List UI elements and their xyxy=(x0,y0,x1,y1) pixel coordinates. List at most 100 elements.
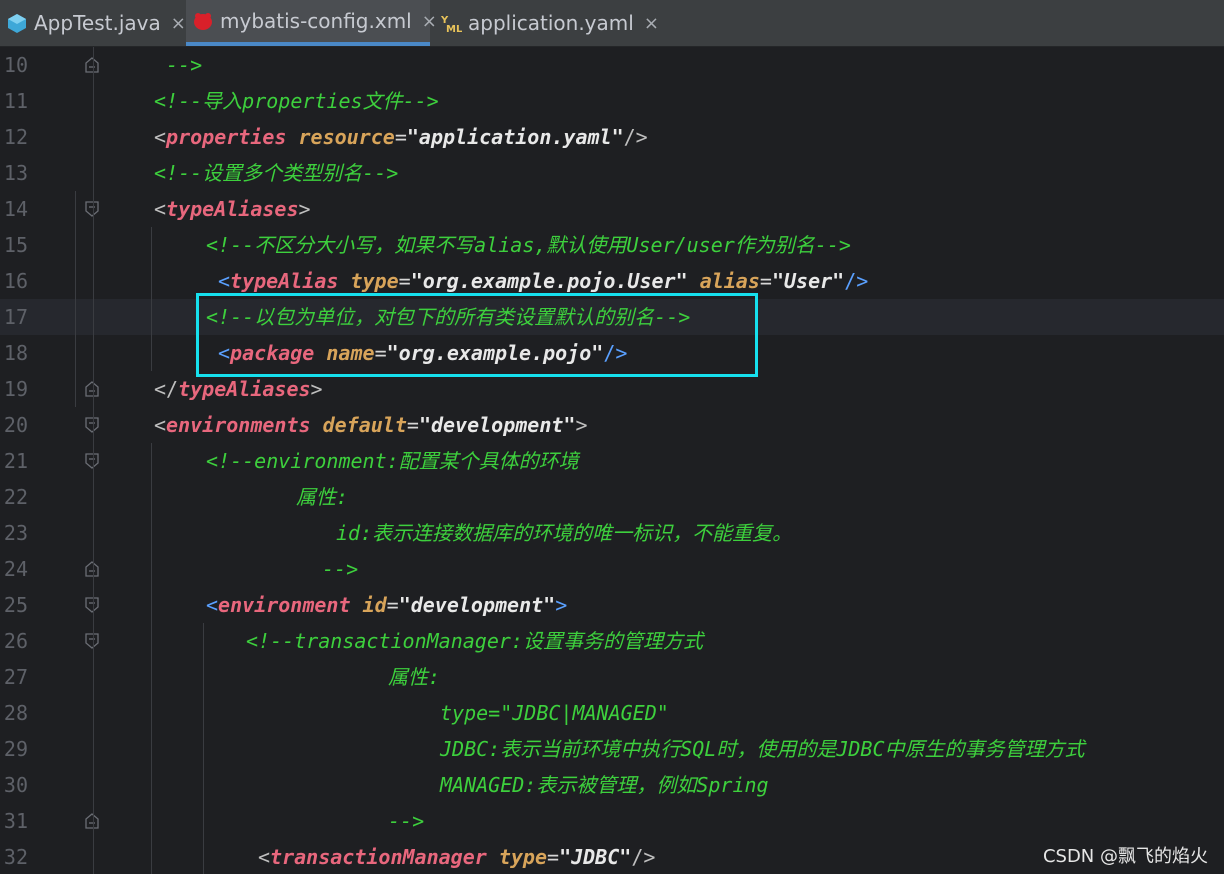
code-line[interactable]: 21 <!--environment:配置某个具体的环境 xyxy=(0,443,1224,479)
code-text: --> xyxy=(166,47,202,83)
code-token: type="JDBC|MANAGED" xyxy=(440,701,669,725)
code-token: < xyxy=(258,845,271,869)
svg-text:ML: ML xyxy=(446,24,462,34)
code-token: <!--设置多个类型别名--> xyxy=(154,161,399,185)
line-number: 26 xyxy=(3,629,28,653)
fold-marker-icon[interactable] xyxy=(85,381,99,397)
line-number: 30 xyxy=(3,773,28,797)
code-line[interactable]: 28 type="JDBC|MANAGED" xyxy=(0,695,1224,731)
line-number: 10 xyxy=(3,53,28,77)
code-token: --> xyxy=(322,557,359,581)
editor-tab-bar: AppTest.java × mybatis-config.xml × Y ML … xyxy=(0,0,1224,47)
code-token: id xyxy=(362,593,387,617)
fold-marker-icon[interactable] xyxy=(85,561,99,577)
code-token: > xyxy=(555,593,568,617)
code-line[interactable]: 22 属性: xyxy=(0,479,1224,515)
code-token: typeAlias xyxy=(230,269,339,293)
code-token: </ xyxy=(154,377,179,401)
code-line[interactable]: 14 <typeAliases> xyxy=(0,191,1224,227)
yaml-icon: Y ML xyxy=(440,12,463,35)
code-text: <!--导入properties文件--> xyxy=(154,83,439,119)
code-token: alias xyxy=(699,269,760,293)
code-line[interactable]: 10 --> xyxy=(0,47,1224,83)
code-token: environment xyxy=(218,593,351,617)
code-editor[interactable]: 10 --> 11 <!--导入properties文件--> 12 <propertie… xyxy=(0,47,1224,874)
fold-marker-icon[interactable] xyxy=(85,633,99,649)
code-token: type xyxy=(350,269,399,293)
code-line[interactable]: 30 MANAGED:表示被管理，例如Spring xyxy=(0,767,1224,803)
code-line[interactable]: 29 JDBC:表示当前环境中执行SQL时，使用的是JDBC中原生的事务管理方式 xyxy=(0,731,1224,767)
code-token: MANAGED:表示被管理，例如Spring xyxy=(440,773,769,797)
indent-guide xyxy=(93,47,94,874)
code-token: <!--不区分大小写，如果不写alias,默认使用User/user作为别名--… xyxy=(206,233,851,257)
code-line[interactable]: 12 <properties resource="application.yaml… xyxy=(0,119,1224,155)
tab-mybatis-config-xml[interactable]: mybatis-config.xml × xyxy=(186,0,437,46)
watermark: CSDN @飘飞的焰火 xyxy=(1042,846,1208,867)
code-line[interactable]: 23 id:表示连接数据库的环境的唯一标识，不能重复。 xyxy=(0,515,1224,551)
fold-marker-icon[interactable] xyxy=(85,201,99,217)
indent-guide xyxy=(203,623,204,874)
code-token: = xyxy=(398,269,411,293)
code-token: default xyxy=(322,413,407,437)
tab-application-yaml[interactable]: Y ML application.yaml × xyxy=(434,0,659,46)
code-token: = xyxy=(386,593,399,617)
line-number: 19 xyxy=(3,377,28,401)
code-token: environments xyxy=(166,413,311,437)
code-line[interactable]: 31 --> xyxy=(0,803,1224,839)
code-token: < xyxy=(154,413,167,437)
code-line[interactable]: 15 <!--不区分大小写，如果不写alias,默认使用User/user作为别名… xyxy=(0,227,1224,263)
code-text: --> xyxy=(388,803,424,839)
fold-marker-icon[interactable] xyxy=(85,813,99,829)
line-number: 17 xyxy=(3,305,28,329)
fold-marker-icon[interactable] xyxy=(85,57,99,73)
code-line[interactable]: 11 <!--导入properties文件--> xyxy=(0,83,1224,119)
fold-marker-icon[interactable] xyxy=(85,453,99,469)
fold-marker-icon[interactable] xyxy=(85,417,99,433)
fold-marker-icon[interactable] xyxy=(85,597,99,613)
code-token: <!--environment:配置某个具体的环境 xyxy=(206,449,579,473)
code-line[interactable]: 24 --> xyxy=(0,551,1224,587)
code-token: typeAliases xyxy=(178,377,311,401)
code-token: <!--导入properties文件--> xyxy=(154,89,439,113)
code-text: id:表示连接数据库的环境的唯一标识，不能重复。 xyxy=(336,515,792,551)
code-token: "development" xyxy=(418,413,576,437)
code-text: <!--设置多个类型别名--> xyxy=(154,155,398,191)
indent-guide xyxy=(151,443,152,874)
code-text: <!--不区分大小写，如果不写alias,默认使用User/user作为别名--… xyxy=(206,227,851,263)
code-line[interactable]: 26 <!--transactionManager:设置事务的管理方式 xyxy=(0,623,1224,659)
code-line[interactable]: 13 <!--设置多个类型别名--> xyxy=(0,155,1224,191)
code-text: <!--environment:配置某个具体的环境 xyxy=(206,443,579,479)
line-number: 13 xyxy=(3,161,28,185)
code-token: /> xyxy=(623,125,648,149)
line-number: 16 xyxy=(3,269,28,293)
code-text: JDBC:表示当前环境中执行SQL时，使用的是JDBC中原生的事务管理方式 xyxy=(440,731,1085,767)
close-icon[interactable]: × xyxy=(644,13,659,34)
java-class-icon xyxy=(6,12,28,34)
code-token: > xyxy=(575,413,588,437)
code-token: JDBC:表示当前环境中执行SQL时，使用的是JDBC中原生的事务管理方式 xyxy=(440,737,1085,761)
code-text: 属性: xyxy=(388,659,440,695)
code-line[interactable]: 32 <transactionManager type="JDBC"/> xyxy=(0,839,1224,874)
line-number: 11 xyxy=(3,89,28,113)
code-token: 属性: xyxy=(388,665,441,689)
code-token: type xyxy=(498,845,548,869)
code-token: = xyxy=(759,269,772,293)
code-token: --> xyxy=(388,809,425,833)
code-token: = xyxy=(547,845,560,869)
line-number: 27 xyxy=(3,665,28,689)
code-token: "application.yaml" xyxy=(406,125,624,149)
code-token: --> xyxy=(166,53,203,77)
code-token: > xyxy=(310,377,323,401)
code-token: transactionManager xyxy=(270,845,487,869)
code-line[interactable]: 20 <environments default="development"> xyxy=(0,407,1224,443)
close-icon[interactable]: × xyxy=(171,13,186,34)
tab-apptest-java[interactable]: AppTest.java × xyxy=(0,0,186,46)
code-line[interactable]: 27 属性: xyxy=(0,659,1224,695)
code-text: --> xyxy=(322,551,358,587)
code-line[interactable]: 25 <environment id="development"> xyxy=(0,587,1224,623)
line-number: 29 xyxy=(3,737,28,761)
